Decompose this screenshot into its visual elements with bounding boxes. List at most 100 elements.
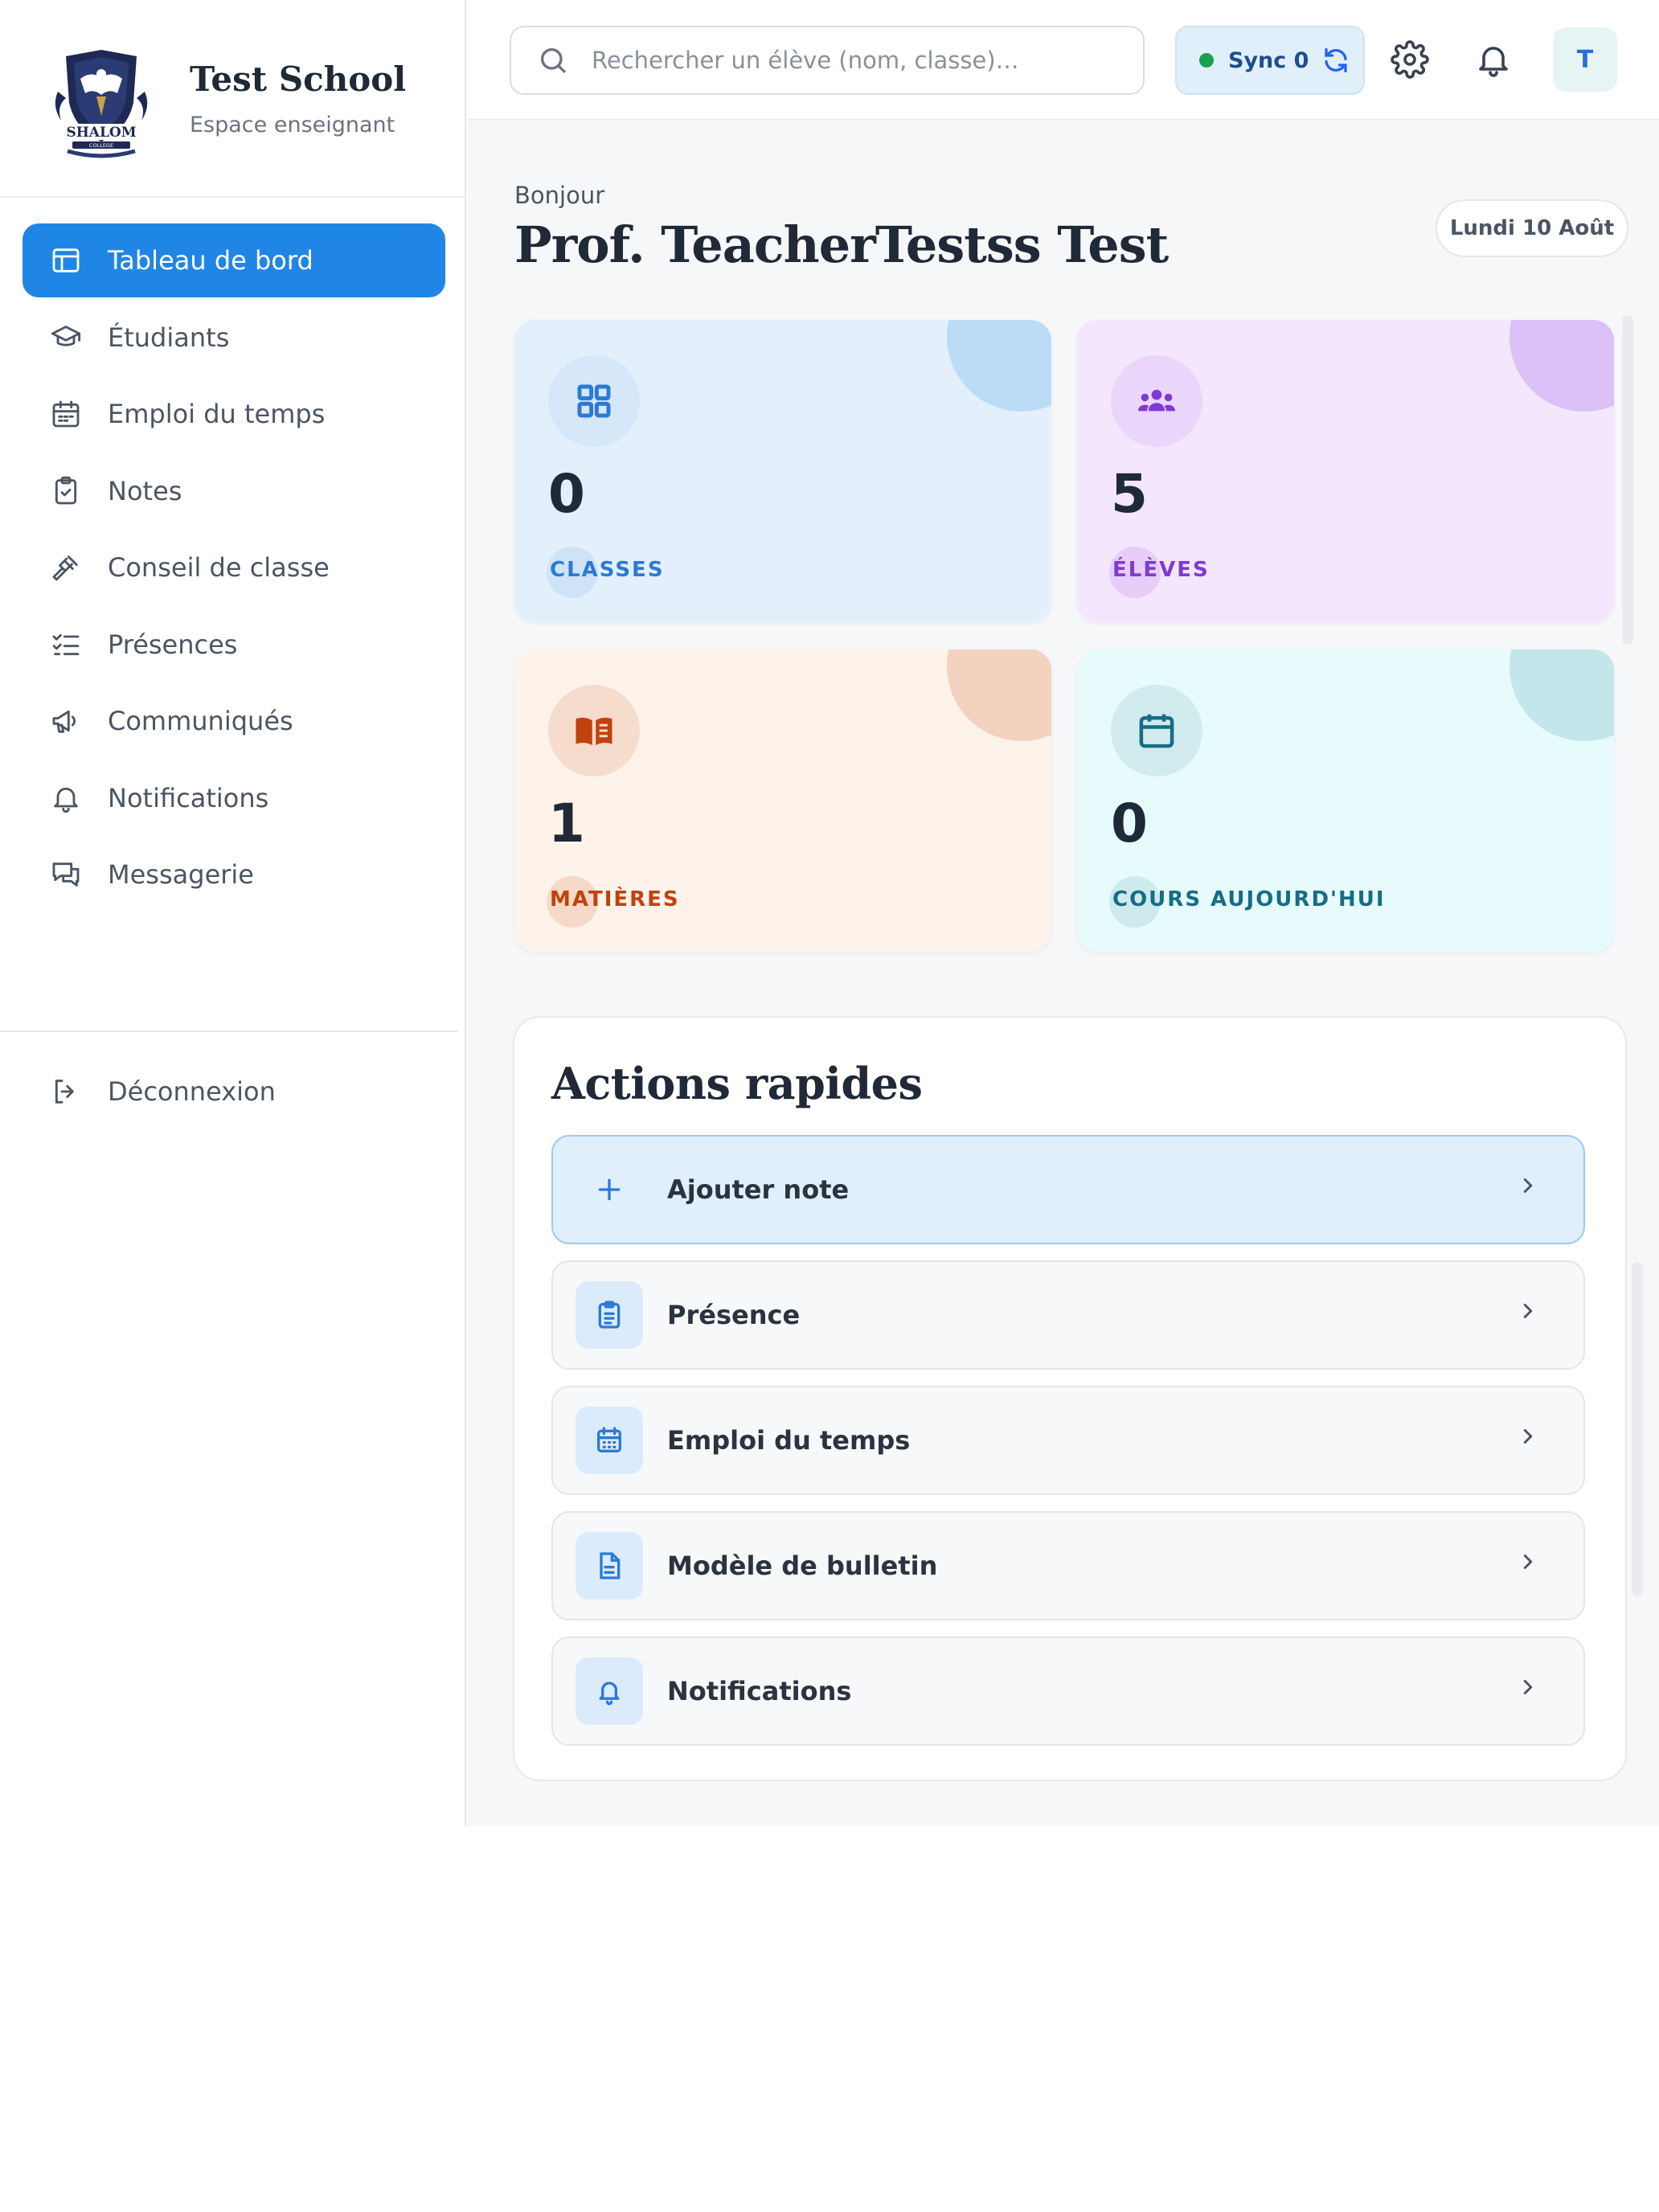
gavel-icon (48, 550, 84, 585)
sidebar-item-label: Présences (108, 629, 238, 660)
card-decoration (947, 649, 1051, 741)
chevron-right-icon (1516, 1550, 1548, 1582)
sidebar-item-attendance[interactable]: Présences (23, 608, 445, 682)
sidebar-item-dashboard[interactable]: Tableau de bord (23, 223, 445, 297)
search-icon (541, 48, 567, 74)
card-decoration (1509, 320, 1614, 412)
sidebar-divider (0, 1030, 458, 1032)
calendar-days-icon (576, 1407, 643, 1474)
date-badge: Lundi 10 Août (1436, 199, 1628, 257)
gear-icon (1391, 40, 1429, 79)
sidebar-item-label: Notifications (108, 782, 269, 813)
page-title: Prof. TeacherTestss Test (514, 215, 1169, 274)
sidebar-item-label: Tableau de bord (108, 245, 313, 276)
topbar: Sync 0 T (468, 0, 1659, 121)
clipboard-check-icon (48, 473, 84, 509)
stat-value: 0 (1111, 793, 1148, 854)
calendar-icon (48, 396, 84, 432)
sidebar-item-label: Communiqués (108, 706, 293, 736)
sidebar-item-label: Étudiants (108, 322, 230, 353)
stat-label: ÉLÈVES (1112, 558, 1210, 582)
messages-icon (48, 857, 84, 892)
calendar-icon (1111, 685, 1202, 776)
sidebar-item-students[interactable]: Étudiants (23, 301, 445, 375)
stat-label: MATIÈRES (550, 887, 680, 911)
graduation-cap-icon (48, 320, 84, 355)
quick-action-notifications[interactable]: Notifications (551, 1636, 1585, 1746)
sidebar-item-label: Emploi du temps (108, 399, 326, 429)
sync-status-dot (1199, 53, 1214, 68)
chevron-right-icon (1516, 1424, 1548, 1456)
quick-action-label: Emploi du temps (667, 1425, 911, 1456)
greeting-hello: Bonjour (514, 182, 605, 209)
avatar[interactable]: T (1553, 27, 1617, 92)
grid-icon (548, 355, 640, 447)
bell-icon (48, 780, 84, 816)
plus-icon (576, 1156, 643, 1223)
quick-action-timetable[interactable]: Emploi du temps (551, 1386, 1585, 1495)
quick-action-label: Modèle de bulletin (667, 1550, 938, 1581)
search-box[interactable] (510, 26, 1145, 95)
refresh-icon (1325, 47, 1348, 73)
quick-action-label: Ajouter note (667, 1174, 850, 1205)
sidebar: SHALOM COLLEGE Test School Espace enseig… (0, 0, 466, 1826)
quick-action-attendance[interactable]: Présence (551, 1260, 1585, 1370)
stat-card-today-courses[interactable]: 0 COURS AUJOURD'HUI (1077, 649, 1614, 952)
quick-actions-panel: Actions rapides Ajouter note Présence Em… (513, 1016, 1627, 1781)
scrollbar[interactable] (1622, 315, 1633, 645)
card-decoration (1509, 649, 1614, 741)
log-out-icon (48, 1074, 84, 1109)
school-subtitle: Espace enseignant (190, 113, 395, 137)
stat-value: 5 (1111, 463, 1148, 525)
sidebar-item-notes[interactable]: Notes (23, 454, 445, 528)
sidebar-item-notifications[interactable]: Notifications (23, 761, 445, 835)
sync-button[interactable]: Sync 0 (1175, 26, 1365, 95)
quick-action-report-template[interactable]: Modèle de bulletin (551, 1511, 1585, 1620)
sidebar-item-label: Notes (108, 475, 182, 506)
school-name: Test School (190, 59, 407, 99)
file-text-icon (576, 1532, 643, 1600)
logout: Déconnexion (23, 1055, 445, 1132)
book-open-icon (548, 685, 640, 776)
card-decoration (947, 320, 1051, 412)
chevron-right-icon (1516, 1299, 1548, 1331)
stat-card-classes[interactable]: 0 CLASSES (514, 320, 1051, 622)
stat-card-subjects[interactable]: 1 MATIÈRES (514, 649, 1051, 952)
logo-text: SHALOM (66, 125, 136, 141)
scrollbar[interactable] (1632, 1262, 1643, 1596)
school-logo: SHALOM COLLEGE (53, 50, 150, 158)
quick-action-add-grade[interactable]: Ajouter note (551, 1135, 1585, 1244)
logo-subtext: COLLEGE (89, 142, 113, 149)
stat-value: 1 (548, 793, 585, 854)
megaphone-icon (48, 703, 84, 739)
sidebar-nav: Tableau de bord Étudiants Emploi du temp… (23, 223, 445, 915)
sidebar-item-messaging[interactable]: Messagerie (23, 838, 445, 911)
chevron-right-icon (1516, 1174, 1548, 1206)
search-input[interactable] (592, 47, 1106, 74)
sidebar-item-announcements[interactable]: Communiqués (23, 684, 445, 758)
chevron-right-icon (1516, 1675, 1548, 1707)
logout-button[interactable]: Déconnexion (23, 1055, 445, 1129)
sidebar-item-class-council[interactable]: Conseil de classe (23, 530, 445, 604)
users-icon (1111, 355, 1202, 447)
main-content: Sync 0 T Bonjour Prof. TeacherTestss Tes… (468, 0, 1659, 1826)
quick-action-label: Présence (667, 1300, 801, 1330)
list-checks-icon (48, 627, 84, 662)
sidebar-item-label: Messagerie (108, 859, 254, 890)
sidebar-item-label: Conseil de classe (108, 552, 330, 583)
stat-value: 0 (548, 463, 585, 525)
stat-label: COURS AUJOURD'HUI (1112, 887, 1386, 911)
quick-actions-title: Actions rapides (551, 1058, 923, 1109)
layout-dashboard-icon (48, 243, 84, 278)
sidebar-item-timetable[interactable]: Emploi du temps (23, 377, 445, 451)
quick-action-label: Notifications (667, 1676, 852, 1706)
stat-card-students[interactable]: 5 ÉLÈVES (1077, 320, 1614, 622)
bell-icon (576, 1657, 643, 1725)
bell-icon (1479, 47, 1508, 77)
settings-button[interactable] (1387, 37, 1432, 82)
clipboard-list-icon (576, 1281, 643, 1349)
notifications-button[interactable] (1471, 37, 1516, 82)
brand-header: SHALOM COLLEGE Test School Espace enseig… (0, 0, 466, 198)
logout-label: Déconnexion (108, 1076, 276, 1107)
stat-label: CLASSES (550, 558, 665, 582)
